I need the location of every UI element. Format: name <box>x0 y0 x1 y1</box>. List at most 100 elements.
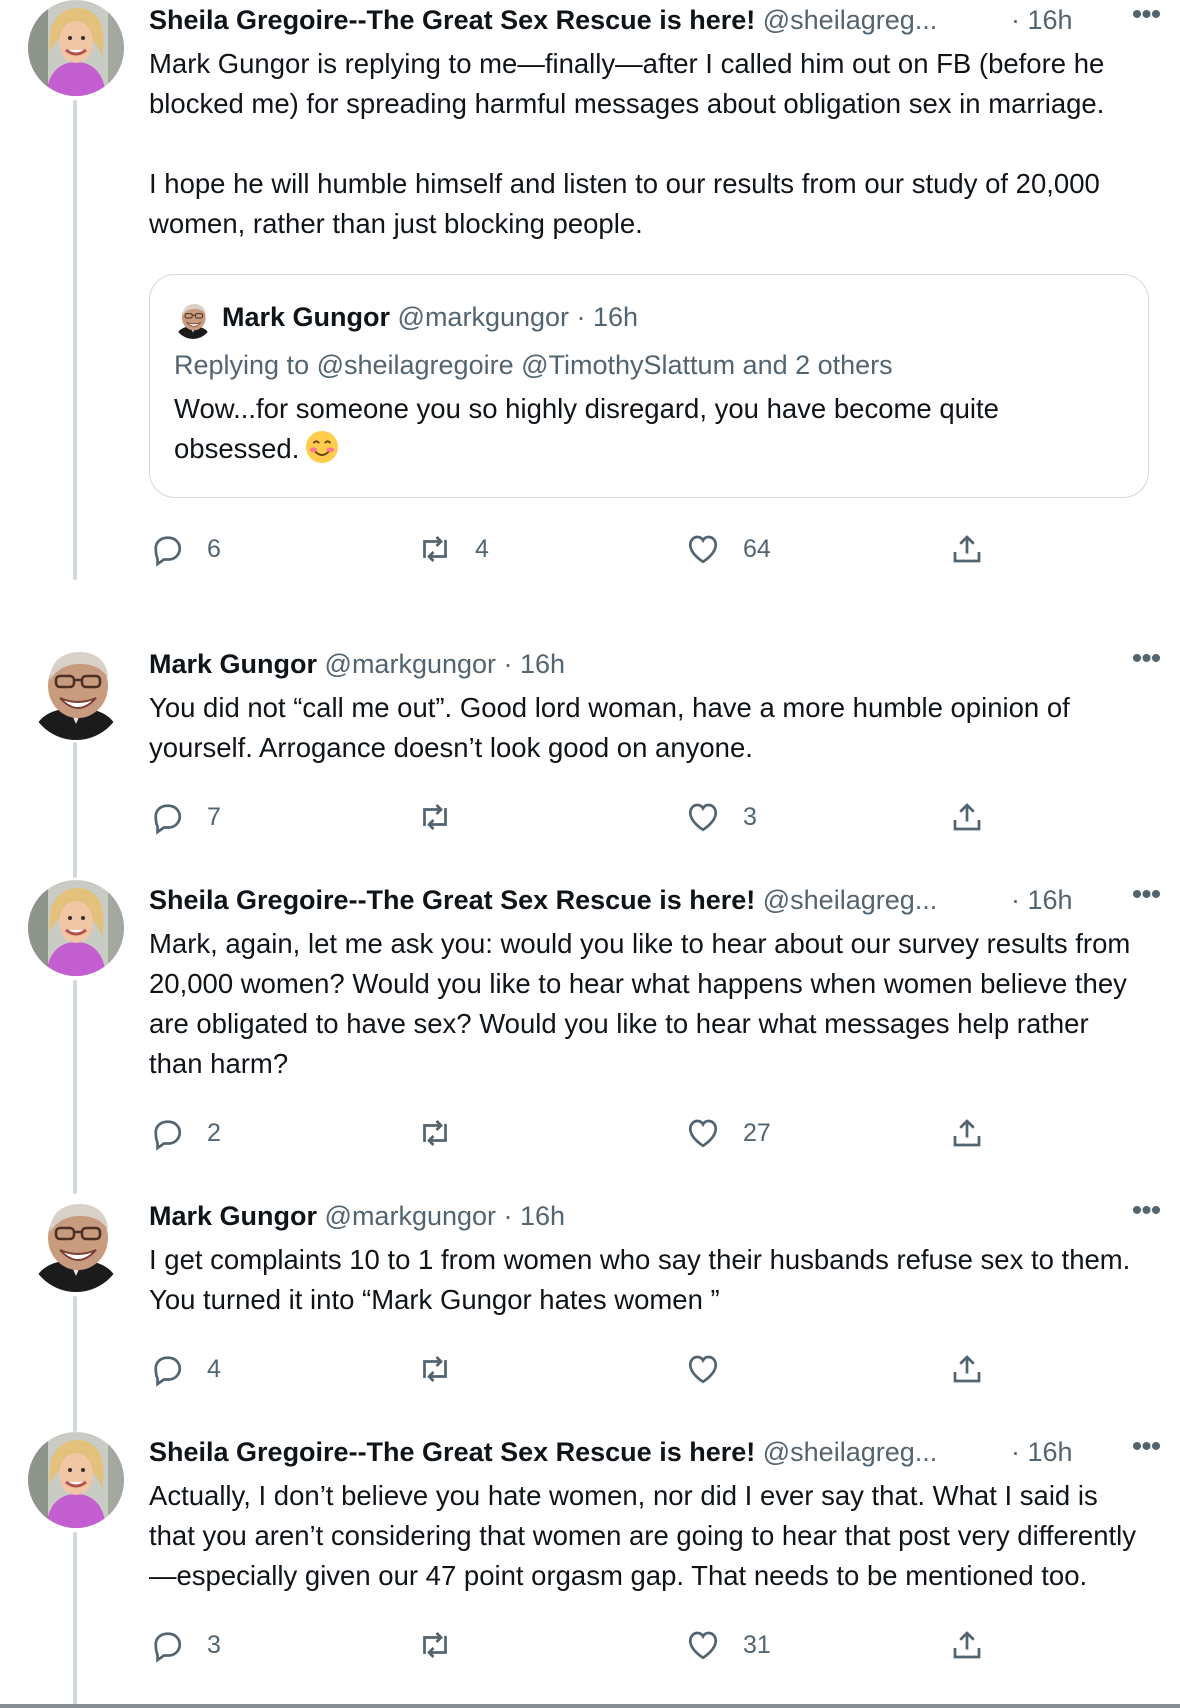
share-button[interactable] <box>949 1344 985 1394</box>
reply-count: 6 <box>207 534 221 563</box>
retweet-button[interactable]: 4 <box>417 524 489 574</box>
timestamp[interactable]: · 16h <box>1011 0 1073 40</box>
avatar[interactable] <box>28 1432 124 1528</box>
tweet-text: Mark Gungor is replying to me—finally—af… <box>149 48 1105 239</box>
like-count: 64 <box>743 534 771 563</box>
share-button[interactable] <box>949 1620 985 1670</box>
display-name[interactable]: Sheila Gregoire--The Great Sex Rescue is… <box>149 885 755 915</box>
action-bar: 2 27 <box>149 1108 1149 1158</box>
like-button[interactable]: 27 <box>685 1108 771 1158</box>
like-icon <box>688 1355 718 1384</box>
thread-line <box>73 980 77 1194</box>
reply-count: 4 <box>207 1354 221 1383</box>
user-handle: @markgungor · 16h <box>397 302 639 332</box>
retweet-icon <box>423 1356 447 1382</box>
avatar-image <box>28 1196 124 1292</box>
reply-button[interactable]: 2 <box>149 1108 221 1158</box>
share-icon <box>953 1631 981 1659</box>
retweet-button[interactable] <box>417 1620 475 1670</box>
reply-button[interactable]: 4 <box>149 1344 221 1394</box>
quoted-tweet[interactable]: Mark Gungor @markgungor · 16h Replying t… <box>149 274 1149 498</box>
retweet-button[interactable] <box>417 792 475 842</box>
like-icon <box>688 1631 718 1660</box>
display-name[interactable]: Sheila Gregoire--The Great Sex Rescue is… <box>149 1437 755 1467</box>
bottom-divider <box>0 1704 1180 1708</box>
share-button[interactable] <box>949 1108 985 1158</box>
timestamp[interactable]: · 16h <box>1011 1432 1073 1472</box>
retweet-button[interactable] <box>417 1344 475 1394</box>
avatar[interactable] <box>28 880 124 976</box>
retweet-icon <box>423 1120 447 1146</box>
reply-icon <box>154 804 182 835</box>
avatar[interactable] <box>28 644 124 740</box>
user-handle[interactable]: @markgungor · 16h <box>325 1201 566 1231</box>
user-handle[interactable]: @markgungor · 16h <box>325 649 566 679</box>
share-icon <box>953 1119 981 1147</box>
user-handle[interactable]: @sheilagreg... <box>763 5 938 35</box>
retweet-icon <box>423 536 447 562</box>
smiling-face-emoji <box>306 430 339 464</box>
display-name[interactable]: Mark Gungor <box>149 1201 317 1231</box>
tweet-text: Mark, again, let me ask you: would you l… <box>149 928 1138 1079</box>
share-icon <box>953 535 981 563</box>
reply-count: 7 <box>207 802 221 831</box>
reply-button[interactable]: 7 <box>149 792 221 842</box>
quote-header: Mark Gungor @markgungor · 16h <box>222 297 638 337</box>
display-name: Mark Gungor <box>222 302 391 332</box>
avatar-image <box>28 0 124 96</box>
like-button[interactable] <box>685 1344 743 1394</box>
reply-button[interactable]: 3 <box>149 1620 221 1670</box>
timestamp[interactable]: · 16h <box>1011 880 1073 920</box>
like-count: 31 <box>743 1630 771 1659</box>
tweet-header: Mark Gungor @markgungor · 16h ••• <box>149 644 1161 684</box>
share-icon <box>953 1355 981 1383</box>
thread-line <box>73 742 77 878</box>
more-icon[interactable]: ••• <box>1117 880 1175 920</box>
more-icon[interactable]: ••• <box>1117 1196 1175 1236</box>
action-bar: 3 31 <box>149 1620 1149 1670</box>
action-bar: 7 3 <box>149 792 1149 842</box>
thread-line <box>73 1296 77 1432</box>
user-handle[interactable]: @sheilagreg... <box>763 1437 938 1467</box>
like-button[interactable]: 3 <box>685 792 757 842</box>
thread-line <box>73 100 77 580</box>
retweet-icon <box>423 804 447 830</box>
tweet-text: Actually, I don’t believe you hate women… <box>149 1480 1137 1591</box>
like-count: 27 <box>743 1118 771 1147</box>
more-icon[interactable]: ••• <box>1117 1432 1175 1472</box>
thread-line <box>73 1532 77 1708</box>
like-button[interactable]: 31 <box>685 1620 771 1670</box>
reply-button[interactable]: 6 <box>149 524 221 574</box>
retweet-count: 4 <box>475 534 489 563</box>
like-icon <box>688 1119 718 1148</box>
share-button[interactable] <box>949 792 985 842</box>
avatar[interactable] <box>28 1196 124 1292</box>
share-button[interactable] <box>949 524 985 574</box>
retweet-button[interactable] <box>417 1108 475 1158</box>
tweet-text: You did not “call me out”. Good lord wom… <box>149 692 1078 763</box>
avatar[interactable] <box>28 0 124 96</box>
tweet-header: Sheila Gregoire--The Great Sex Rescue is… <box>149 0 1161 40</box>
reply-icon <box>154 1632 182 1663</box>
display-name[interactable]: Sheila Gregoire--The Great Sex Rescue is… <box>149 5 755 35</box>
reply-count: 3 <box>207 1630 221 1659</box>
like-button[interactable]: 64 <box>685 524 771 574</box>
avatar <box>174 301 212 339</box>
quote-text: Wow...for someone you so highly disregar… <box>174 389 1124 469</box>
action-bar: 6 4 64 <box>149 524 1149 574</box>
action-bar: 4 <box>149 1344 1149 1394</box>
quote-text-content: Wow...for someone you so highly disregar… <box>174 393 999 464</box>
reply-icon <box>154 536 182 567</box>
avatar-image <box>28 1432 124 1528</box>
more-icon[interactable]: ••• <box>1117 644 1175 684</box>
more-icon[interactable]: ••• <box>1117 0 1175 40</box>
reply-icon <box>154 1120 182 1151</box>
user-handle[interactable]: @sheilagreg... <box>763 885 938 915</box>
reply-count: 2 <box>207 1118 221 1147</box>
retweet-icon <box>423 1632 447 1658</box>
reply-icon <box>154 1356 182 1387</box>
avatar-image <box>28 880 124 976</box>
avatar-image <box>28 644 124 740</box>
avatar-image <box>174 301 212 339</box>
display-name[interactable]: Mark Gungor <box>149 649 317 679</box>
